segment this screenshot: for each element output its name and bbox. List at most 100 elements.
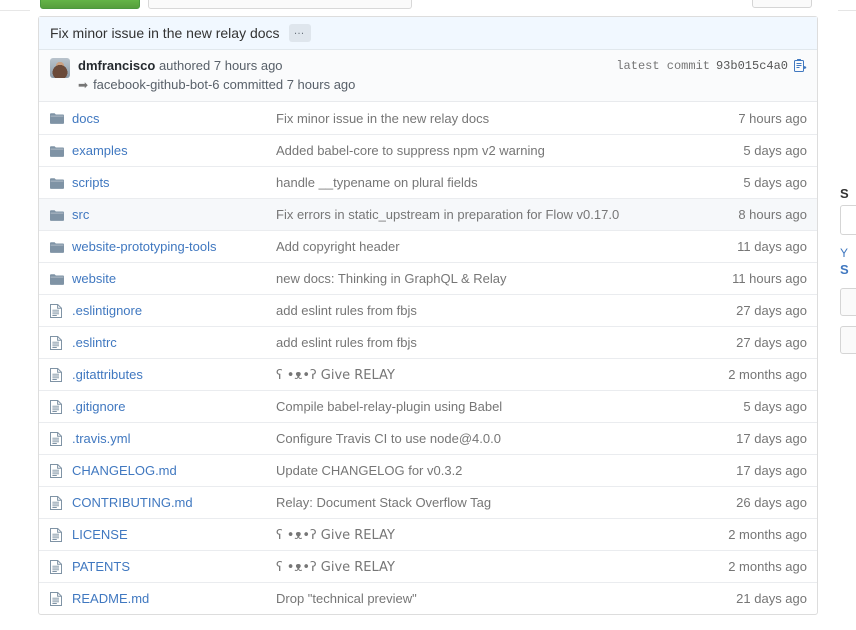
commit-age-cell: 5 days ago (743, 399, 807, 414)
sidebar-button-1[interactable] (840, 288, 856, 316)
author-line: dmfrancisco authored 7 hours ago (78, 57, 355, 74)
folder-link[interactable]: src (72, 207, 89, 222)
file-name-cell: website-prototyping-tools (72, 239, 276, 254)
sidebar-link-s[interactable]: S (840, 262, 849, 277)
commit-message-cell[interactable]: handle __typename on plural fields (276, 175, 699, 190)
commit-author-text: dmfrancisco authored 7 hours ago ➡ faceb… (78, 57, 355, 93)
arrow-right-icon: ➡ (78, 77, 89, 92)
clipboard-copy-icon[interactable] (794, 59, 807, 73)
clone-url-input[interactable] (148, 0, 412, 9)
commit-message-cell[interactable]: Update CHANGELOG for v0.3.2 (276, 463, 699, 478)
commit-message-cell[interactable]: Configure Travis CI to use node@4.0.0 (276, 431, 699, 446)
commit-message-cell[interactable]: Add copyright header (276, 239, 699, 254)
file-name-cell: .gitignore (72, 399, 276, 414)
table-row[interactable]: PATENTS ʕ •ᴥ•ʔ Give RELAY 2 months ago (39, 550, 817, 582)
table-row[interactable]: .eslintignore add eslint rules from fbjs 2… (39, 294, 817, 326)
commit-age-cell: 2 months ago (728, 367, 807, 382)
folder-link[interactable]: examples (72, 143, 128, 158)
commit-age-cell: 11 hours ago (732, 271, 807, 286)
commit-message-cell[interactable]: Added babel-core to suppress npm v2 warn… (276, 143, 699, 158)
table-row[interactable]: website-prototyping-tools Add copyright h… (39, 230, 817, 262)
table-row[interactable]: README.md Drop "technical preview" 21 days… (39, 582, 817, 614)
table-row[interactable]: .gitattributes ʕ •ᴥ•ʔ Give RELAY 2 months … (39, 358, 817, 390)
commit-age-cell: 27 days ago (736, 335, 807, 350)
kaomoji-glyph: ʕ •ᴥ•ʔ Give RELAY (276, 527, 395, 543)
table-row[interactable]: LICENSE ʕ •ᴥ•ʔ Give RELAY 2 months ago (39, 518, 817, 550)
clone-or-download-button[interactable] (40, 0, 140, 9)
folder-link[interactable]: website-prototyping-tools (72, 239, 217, 254)
file-link[interactable]: .eslintignore (72, 303, 142, 318)
toolbar-secondary-button[interactable] (752, 0, 812, 8)
latest-commit-info: latest commit 93b015c4a0 (616, 59, 807, 73)
file-name-cell: .gitattributes (72, 367, 276, 382)
table-row[interactable]: CONTRIBUTING.md Relay: Document Stack Ove… (39, 486, 817, 518)
commit-message-cell[interactable]: new docs: Thinking in GraphQL & Relay (276, 271, 699, 286)
file-name-cell: README.md (72, 591, 276, 606)
table-row[interactable]: examples Added babel-core to suppress npm… (39, 134, 817, 166)
table-row[interactable]: docs Fix minor issue in the new relay doc… (39, 102, 817, 134)
table-row[interactable]: .travis.yml Configure Travis CI to use no… (39, 422, 817, 454)
commit-message-title: Fix minor issue in the new relay docs (50, 25, 280, 41)
file-link[interactable]: README.md (72, 591, 149, 606)
repository-sidebar: S Y S (838, 0, 856, 630)
commit-age-cell: 21 days ago (736, 591, 807, 606)
table-row[interactable]: website new docs: Thinking in GraphQL & R… (39, 262, 817, 294)
file-link[interactable]: CONTRIBUTING.md (72, 495, 193, 510)
folder-icon (50, 112, 72, 124)
file-name-cell: CHANGELOG.md (72, 463, 276, 478)
folder-icon (50, 145, 72, 157)
folder-icon (50, 209, 72, 221)
author-username[interactable]: dmfrancisco (78, 58, 155, 73)
commit-expand-button[interactable]: … (288, 24, 311, 42)
file-link[interactable]: PATENTS (72, 559, 130, 574)
committer-text: facebook-github-bot-6 committed 7 hours … (93, 77, 356, 92)
commit-sha-link[interactable]: 93b015c4a0 (716, 59, 788, 73)
commit-age-cell: 8 hours ago (738, 207, 807, 222)
folder-link[interactable]: website (72, 271, 116, 286)
file-link[interactable]: .gitignore (72, 399, 125, 414)
kaomoji-glyph: ʕ •ᴥ•ʔ Give RELAY (276, 559, 395, 575)
kaomoji-glyph: ʕ •ᴥ•ʔ Give RELAY (276, 367, 395, 383)
avatar[interactable] (50, 58, 70, 78)
file-link[interactable]: .eslintrc (72, 335, 117, 350)
latest-commit-label: latest commit (616, 59, 710, 73)
commit-message-cell[interactable]: Compile babel-relay-plugin using Babel (276, 399, 699, 414)
table-row[interactable]: .eslintrc add eslint rules from fbjs 27 da… (39, 326, 817, 358)
commit-age-cell: 17 days ago (736, 431, 807, 446)
commit-message-cell[interactable]: Drop "technical preview" (276, 591, 699, 606)
file-link[interactable]: .gitattributes (72, 367, 143, 382)
author-action: authored 7 hours ago (158, 58, 283, 73)
commit-message-cell[interactable]: Relay: Document Stack Overflow Tag (276, 495, 699, 510)
commit-message-cell[interactable]: Fix errors in static_upstream in prepara… (276, 207, 699, 222)
sidebar-link-y[interactable]: Y (840, 246, 848, 260)
folder-link[interactable]: docs (72, 111, 99, 126)
file-link[interactable]: .travis.yml (72, 431, 131, 446)
sidebar-button-2[interactable] (840, 326, 856, 354)
file-icon (50, 303, 72, 318)
commit-age-cell: 27 days ago (736, 303, 807, 318)
file-name-cell: docs (72, 111, 276, 126)
commit-message-cell[interactable]: ʕ •ᴥ•ʔ Give RELAY (276, 527, 699, 543)
folder-link[interactable]: scripts (72, 175, 110, 190)
table-row[interactable]: src Fix errors in static_upstream in prep… (39, 198, 817, 230)
file-icon (50, 431, 72, 446)
sidebar-heading: S (840, 186, 849, 201)
sidebar-divider (838, 10, 856, 11)
file-icon (50, 463, 72, 478)
commit-message-cell[interactable]: Fix minor issue in the new relay docs (276, 111, 699, 126)
table-row[interactable]: CHANGELOG.md Update CHANGELOG for v0.3.2 1… (39, 454, 817, 486)
file-link[interactable]: LICENSE (72, 527, 128, 542)
folder-icon (50, 273, 72, 285)
sidebar-input-box[interactable] (840, 205, 856, 235)
file-name-cell: .eslintignore (72, 303, 276, 318)
folder-icon (50, 177, 72, 189)
commit-message-cell[interactable]: ʕ •ᴥ•ʔ Give RELAY (276, 559, 699, 575)
commit-message-cell[interactable]: add eslint rules from fbjs (276, 303, 699, 318)
table-row[interactable]: .gitignore Compile babel-relay-plugin usi… (39, 390, 817, 422)
file-link[interactable]: CHANGELOG.md (72, 463, 177, 478)
commit-age-cell: 17 days ago (736, 463, 807, 478)
commit-message-cell[interactable]: add eslint rules from fbjs (276, 335, 699, 350)
commit-message-cell[interactable]: ʕ •ᴥ•ʔ Give RELAY (276, 367, 699, 383)
table-row[interactable]: scripts handle __typename on plural field… (39, 166, 817, 198)
folder-icon (50, 241, 72, 253)
